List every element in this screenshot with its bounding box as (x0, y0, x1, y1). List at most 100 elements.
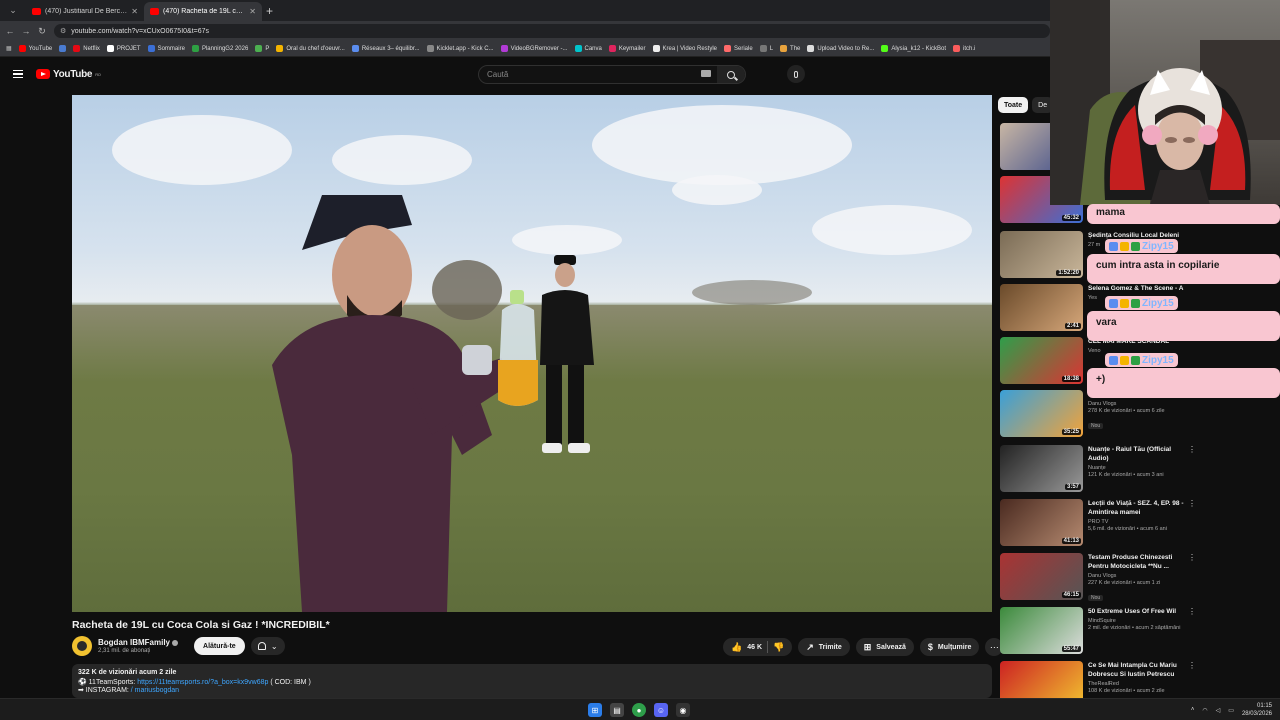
description-box[interactable]: 322 K de vizionări acum 2 zile ⚽ 11TeamS… (72, 664, 992, 698)
more-options-icon[interactable]: ⋮ (1188, 499, 1196, 508)
reload-icon[interactable]: ↻ (36, 26, 48, 37)
chat-username: Zipy15 (1105, 296, 1178, 310)
duration-badge: 3:57 (1064, 484, 1081, 490)
start-menu-icon[interactable]: ⊞ (588, 703, 602, 717)
share-button[interactable]: ↗ Trimite (798, 638, 850, 656)
video-player[interactable] (72, 95, 992, 612)
recommendation-item[interactable]: 3:57 Nuanțe - Raiul Tău (Official Audio) N… (1000, 445, 1196, 493)
search-button[interactable] (717, 66, 745, 83)
bookmark[interactable]: Seriale (724, 45, 753, 52)
channel-name[interactable]: Bogdan IBMFamily (98, 638, 179, 647)
badge-icon (1131, 241, 1140, 251)
discord-icon[interactable]: ☺ (654, 703, 668, 717)
join-button[interactable]: Alătură-te (194, 637, 245, 655)
notifications-button[interactable]: ⌄ (250, 637, 285, 655)
close-tab-icon[interactable]: ✕ (249, 7, 256, 16)
bookmark[interactable]: Krea | Video Restyle (652, 45, 717, 52)
bookmark[interactable]: VideoBGRemover -... (500, 45, 568, 52)
video-actions: 👍 46 K 👎 ↗ Trimite ⊞ Salvează $ Mulțumire ⋯ (723, 638, 1004, 656)
search-input[interactable]: Caută (478, 65, 746, 84)
back-icon[interactable]: ← (4, 26, 16, 36)
close-tab-icon[interactable]: ✕ (131, 7, 138, 16)
thanks-button[interactable]: $ Mulțumire (919, 638, 980, 656)
stream-chat-overlay: mama Zipy15 cum intra asta in copilarie … (1087, 200, 1280, 405)
recommendation-item[interactable]: 46:15 Testam Produse Chinezesti Pentru Mo… (1000, 553, 1196, 601)
site-settings-icon[interactable]: ⚙ (60, 27, 66, 35)
tab-search-icon[interactable]: ⌄ (4, 2, 22, 20)
save-button[interactable]: ⊞ Salvează (855, 638, 914, 656)
video-thumbnail[interactable]: 35:25 (1000, 390, 1083, 437)
recommendation-title[interactable]: Ce Se Mai Intampla Cu Mariu Dobrescu Si … (1088, 661, 1186, 679)
recommendation-item[interactable]: 55:47 50 Extreme Uses Of Free Wil MindSqui… (1000, 607, 1196, 655)
video-thumbnail[interactable]: 3:57 (1000, 445, 1083, 492)
browser-tab-active[interactable]: (470) Racheta de 19L cu Coca C ✕ (144, 2, 262, 21)
more-options-icon[interactable]: ⋮ (1188, 661, 1196, 670)
chrome-icon[interactable]: ● (632, 703, 646, 717)
new-tab-icon[interactable]: + (266, 4, 273, 18)
like-dislike-group: 👍 46 K 👎 (723, 638, 793, 656)
chevron-up-icon[interactable]: ˄ (1191, 707, 1195, 713)
more-options-icon[interactable]: ⋮ (1188, 445, 1196, 454)
video-thumbnail[interactable]: 2:41 (1000, 284, 1083, 331)
obs-icon[interactable]: ◉ (676, 703, 690, 717)
bookmark[interactable]: The (780, 45, 800, 52)
menu-icon[interactable] (13, 69, 23, 79)
chat-username: Zipy15 (1105, 239, 1178, 253)
youtube-logo[interactable]: YouTube RO (36, 69, 101, 80)
bookmark[interactable]: Réseaux 3– équilibr... (351, 45, 420, 52)
badge-icon (1120, 355, 1129, 365)
video-thumbnail[interactable]: 55:47 (1000, 607, 1083, 654)
file-explorer-icon[interactable]: ▤ (610, 703, 624, 717)
recommendation-title[interactable]: Lecții de Viață - SEZ. 4, EP. 98 - Amint… (1088, 499, 1186, 517)
bookmark[interactable]: Upload Video to Re... (807, 45, 874, 52)
clock[interactable]: 01:15 28/03/2026 (1242, 702, 1272, 718)
video-thumbnail[interactable]: 1:52:20 (1000, 231, 1083, 278)
bookmark[interactable]: PlanningG2 2026 (191, 45, 248, 52)
bookmark-favicon-icon (73, 45, 81, 52)
bookmark[interactable]: L (759, 45, 773, 52)
recommendation-title[interactable]: 50 Extreme Uses Of Free Wil (1088, 607, 1186, 616)
bookmark[interactable]: Kicklet.app - Kick C... (426, 45, 494, 52)
forward-icon[interactable]: → (20, 26, 32, 36)
video-thumbnail[interactable]: 18:38 (1000, 337, 1083, 384)
voice-search-button[interactable] (787, 65, 805, 83)
recommendation-title[interactable]: Testam Produse Chinezesti Pentru Motocic… (1088, 553, 1186, 571)
like-count[interactable]: 46 K (747, 644, 762, 651)
dislike-icon[interactable]: 👎 (773, 642, 784, 653)
video-thumbnail[interactable]: 16:40 (1000, 661, 1083, 698)
battery-icon[interactable]: ▭ (1228, 707, 1234, 714)
recommendation-item[interactable]: 41:13 Lecții de Viață - SEZ. 4, EP. 98 - … (1000, 499, 1196, 547)
bookmark[interactable]: Canva (574, 45, 602, 52)
apps-icon[interactable]: ▦ (6, 45, 12, 52)
bookmark[interactable]: YouTube (18, 45, 52, 52)
bookmark[interactable]: P (255, 45, 269, 52)
video-thumbnail[interactable]: 41:13 (1000, 499, 1083, 546)
more-options-icon[interactable]: ⋮ (1188, 553, 1196, 562)
bookmark[interactable]: Keymailer (608, 45, 646, 52)
volume-icon[interactable]: ◁ (1216, 707, 1221, 714)
video-thumbnail[interactable]: 46:15 (1000, 553, 1083, 600)
recommendation-title[interactable]: Nuanțe - Raiul Tău (Official Audio) (1088, 445, 1186, 463)
bookmark[interactable]: Oral du chef d'oeuvr... (276, 45, 345, 52)
bookmark[interactable]: itch.i (953, 45, 975, 52)
more-options-icon[interactable]: ⋮ (1188, 607, 1196, 616)
bookmark[interactable]: Sommaire (147, 45, 185, 52)
bookmark[interactable]: Netflix (73, 45, 100, 52)
bookmark-favicon-icon (18, 45, 26, 52)
wifi-icon[interactable]: ◠ (1202, 707, 1207, 714)
duration-badge: 1:52:20 (1056, 270, 1081, 276)
keyboard-icon[interactable] (701, 70, 711, 77)
bookmark[interactable]: PROJET (106, 45, 141, 52)
instagram-link[interactable]: / mariusbogdan (131, 687, 179, 694)
chip-all[interactable]: Toate (998, 97, 1029, 113)
like-icon[interactable]: 👍 (731, 642, 742, 653)
recommendation-item[interactable]: 16:40 Ce Se Mai Intampla Cu Mariu Dobresc… (1000, 661, 1196, 698)
url-field[interactable]: ⚙ youtube.com/watch?v=xCUxO0675I0&t=67s (54, 24, 1050, 38)
bookmark[interactable]: Alysia_k12 - KickBot (881, 45, 946, 52)
browser-tab[interactable]: (470) Justitiarul De Berceni - Yo ✕ (26, 2, 144, 21)
badge-icon (1120, 241, 1129, 251)
description-link[interactable]: https://11teamsports.ro/?a_box=kx9vw68p (137, 679, 268, 686)
recommendation-views: 108 K de vizionări • acum 2 zile (1088, 688, 1165, 694)
bookmark[interactable] (59, 45, 67, 52)
channel-avatar[interactable] (72, 636, 92, 656)
